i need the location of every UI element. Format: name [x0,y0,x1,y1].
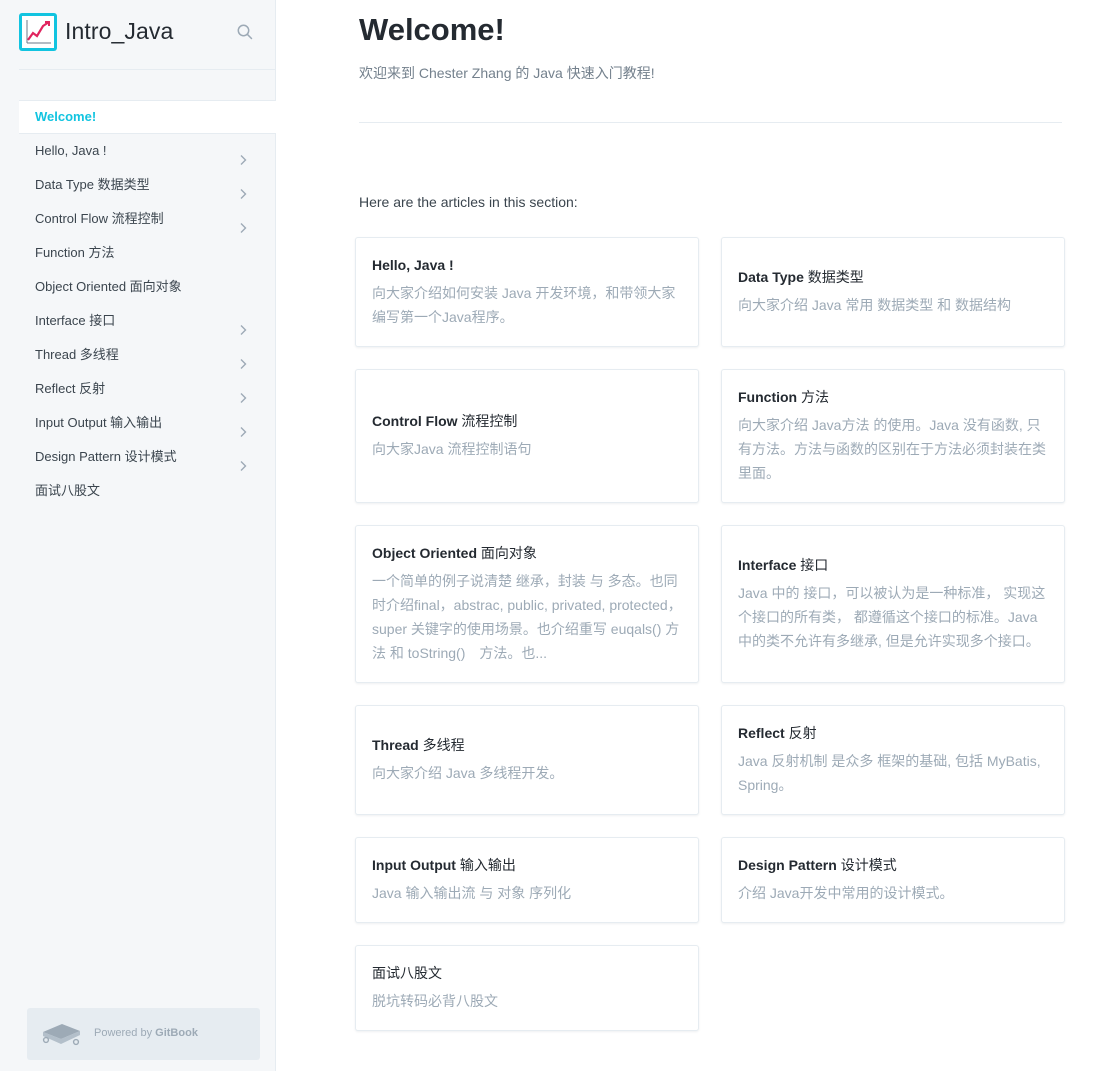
powered-by-text: Powered by GitBook [94,1027,198,1039]
article-card-title: Design Pattern 设计模式 [738,855,1048,875]
article-card-description: Java 输入输出流 与 对象 序列化 [372,885,572,901]
sidebar-item[interactable]: Function 方法 [19,236,276,270]
sidebar-item-label: Thread 多线程 [35,347,119,362]
chevron-right-icon[interactable] [237,213,249,233]
article-card-title-en: Interface [738,557,797,573]
sidebar-item-label: Object Oriented 面向对象 [35,279,182,294]
article-card-title-zh: 设计模式 [836,857,897,873]
chevron-right-icon[interactable] [237,451,249,471]
sidebar-item[interactable]: Object Oriented 面向对象 [19,270,276,304]
article-card-title-zh: 数据类型 [803,269,864,285]
article-card[interactable]: Data Type 数据类型向大家介绍 Java 常用 数据类型 和 数据结构 [721,237,1065,347]
divider [359,122,1062,123]
article-card-title-zh: 方法 [797,389,829,405]
article-card-title: Object Oriented 面向对象 [372,543,682,563]
chevron-right-icon[interactable] [237,383,249,403]
article-card-title: 面试八股文 [372,963,682,983]
article-card-description: 向大家介绍如何安装 Java 开发环境，和带领大家编写第一个Java程序。 [372,285,676,325]
sidebar-item-label: Hello, Java ! [35,143,107,158]
chevron-right-icon[interactable] [237,349,249,369]
article-card[interactable]: 面试八股文脱坑转码必背八股文 [355,945,699,1031]
sidebar-item[interactable]: Design Pattern 设计模式 [19,440,276,474]
sidebar-item-label: Data Type 数据类型 [35,177,150,192]
sidebar-item-label: Control Flow 流程控制 [35,211,164,226]
article-card-title: Hello, Java ! [372,255,682,275]
article-card-title-en: Object Oriented [372,545,478,561]
gitbook-logo-icon [40,1020,82,1053]
article-card-title: Control Flow 流程控制 [372,411,682,431]
article-card-description: 脱坑转码必背八股文 [372,993,498,1009]
article-card[interactable]: Control Flow 流程控制向大家Java 流程控制语句 [355,369,699,503]
chevron-right-icon[interactable] [237,145,249,165]
sidebar-item-label: Welcome! [35,109,97,124]
sidebar-item[interactable]: Hello, Java ! [19,134,276,168]
article-card-title-en: Design Pattern [738,857,837,873]
powered-by-gitbook-button[interactable]: Powered by GitBook [27,1008,260,1060]
chevron-right-icon[interactable] [237,179,249,199]
sidebar-item[interactable]: Control Flow 流程控制 [19,202,276,236]
article-card-title: Data Type 数据类型 [738,267,1048,287]
article-card-title-en: Thread [372,737,419,753]
main-content: Welcome! 欢迎来到 Chester Zhang 的 Java 快速入门教… [277,0,1108,1071]
sidebar-item-label: Interface 接口 [35,313,116,328]
sidebar-header: Intro_Java [19,0,276,70]
article-card-description: 向大家Java 流程控制语句 [372,441,532,457]
article-card[interactable]: Function 方法向大家介绍 Java方法 的使用。Java 没有函数, 只… [721,369,1065,503]
sidebar-item-label: Design Pattern 设计模式 [35,449,177,464]
article-card-title-en: Reflect [738,725,785,741]
article-card-description: Java 中的 接口，可以被认为是一种标准， 实现这个接口的所有类， 都遵循这个… [738,585,1046,649]
sidebar-item[interactable]: Reflect 反射 [19,372,276,406]
sidebar-nav: Welcome! Hello, Java ! Data Type 数据类型 Contr… [19,100,276,508]
article-card-description: 向大家介绍 Java 多线程开发。 [372,765,564,781]
article-card-description: 介绍 Java开发中常用的设计模式。 [738,885,954,901]
page-title: Welcome! [359,12,505,47]
sidebar-item[interactable]: Thread 多线程 [19,338,276,372]
article-card-title-zh: 多线程 [418,737,465,753]
article-card[interactable]: Reflect 反射 Java 反射机制 是众多 框架的基础, 包括 MyBati… [721,705,1065,815]
article-card-title-en: Control Flow [372,413,458,429]
sidebar: Intro_Java Welcome! Hello, Java ! Data Typ… [0,0,276,1071]
sidebar-item[interactable]: Input Output 输入输出 [19,406,276,440]
article-card-description: 一个简单的例子说清楚 继承，封装 与 多态。也同时介绍final，abstrac… [372,573,682,661]
article-card-title: Reflect 反射 [738,723,1048,743]
article-card-title-zh: 反射 [784,725,817,741]
article-card[interactable]: Interface 接口 Java 中的 接口，可以被认为是一种标准， 实现这个接… [721,525,1065,683]
article-card[interactable]: Thread 多线程向大家介绍 Java 多线程开发。 [355,705,699,815]
article-card-title: Input Output 输入输出 [372,855,682,875]
page-description: 欢迎来到 Chester Zhang 的 Java 快速入门教程! [359,65,655,81]
site-title[interactable]: Intro_Java [65,18,173,45]
article-card[interactable]: Design Pattern 设计模式介绍 Java开发中常用的设计模式。 [721,837,1065,923]
article-card-title-en: Data Type [738,269,804,285]
chevron-right-icon[interactable] [237,417,249,437]
section-intro: Here are the articles in this section: [359,194,578,210]
article-card-title-zh: 面向对象 [477,545,537,561]
article-card-title-zh: 输入输出 [455,857,516,873]
sidebar-item[interactable]: Data Type 数据类型 [19,168,276,202]
article-card-title: Function 方法 [738,387,1048,407]
article-card[interactable]: Hello, Java ! 向大家介绍如何安装 Java 开发环境，和带领大家编写… [355,237,699,347]
article-card-title-zh: 接口 [796,557,829,573]
article-card-title-en: Function [738,389,798,405]
search-icon[interactable] [236,23,254,41]
article-card-title-en: Input Output [372,857,456,873]
sidebar-item-label: Reflect 反射 [35,381,106,396]
article-card-description: 向大家介绍 Java 常用 数据类型 和 数据结构 [738,297,1012,313]
article-card-title-en: Hello, Java ! [372,257,454,273]
article-card-title-zh: 流程控制 [457,413,518,429]
article-card-description: Java 反射机制 是众多 框架的基础, 包括 MyBatis, Spring。 [738,753,1041,793]
article-card-description: 向大家介绍 Java方法 的使用。Java 没有函数, 只有方法。方法与函数的区… [738,417,1046,481]
article-card-title: Interface 接口 [738,555,1048,575]
sidebar-item-label: 面试八股文 [35,483,101,498]
sidebar-item[interactable]: Welcome! [19,100,276,134]
chart-logo-icon[interactable] [19,13,57,51]
sidebar-item-label: Input Output 输入输出 [35,415,163,430]
article-card[interactable]: Input Output 输入输出 Java 输入输出流 与 对象 序列化 [355,837,699,923]
chevron-right-icon[interactable] [237,315,249,335]
sidebar-item-label: Function 方法 [35,245,115,260]
sidebar-item[interactable]: Interface 接口 [19,304,276,338]
article-card[interactable]: Object Oriented 面向对象一个简单的例子说清楚 继承，封装 与 多… [355,525,699,683]
article-card-title-zh: 面试八股文 [372,965,442,981]
sidebar-item[interactable]: 面试八股文 [19,474,276,508]
article-card-title: Thread 多线程 [372,735,682,755]
